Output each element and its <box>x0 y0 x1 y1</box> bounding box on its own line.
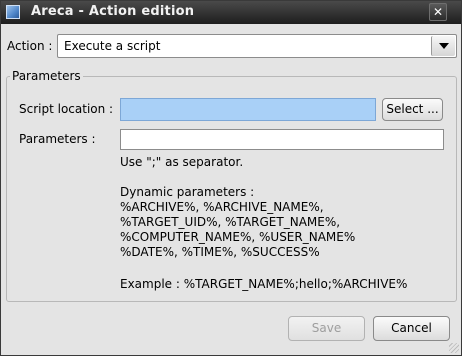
example-text: Example : %TARGET_NAME%;hello;%ARCHIVE% <box>120 277 408 291</box>
script-location-label: Script location : <box>19 102 114 116</box>
parameters-input[interactable] <box>120 129 444 150</box>
close-button[interactable]: ✕ <box>429 3 447 21</box>
dynamic-parameters-line: %TARGET_UID%, %TARGET_NAME%, <box>120 215 341 229</box>
dynamic-parameters-line: %ARCHIVE%, %ARCHIVE_NAME%, <box>120 200 324 214</box>
dynamic-parameters-line: %COMPUTER_NAME%, %USER_NAME% <box>120 230 356 244</box>
resize-grip[interactable] <box>449 343 459 353</box>
separator-hint: Use ";" as separator. <box>120 155 244 169</box>
cancel-button[interactable]: Cancel <box>373 316 450 341</box>
dynamic-parameters-line: %DATE%, %TIME%, %SUCCESS% <box>120 245 320 259</box>
select-script-button[interactable]: Select ... <box>382 98 443 121</box>
save-button[interactable]: Save <box>288 316 365 341</box>
chevron-down-icon <box>439 43 449 49</box>
dialog-window: Areca - Action edition ✕ Action : Execut… <box>0 0 462 356</box>
action-select[interactable]: Execute a script <box>57 34 457 58</box>
parameters-group-title: Parameters <box>10 69 83 83</box>
title-bar[interactable]: Areca - Action edition ✕ <box>1 1 461 24</box>
app-icon <box>6 5 20 19</box>
action-dropdown-button[interactable] <box>431 36 455 56</box>
dynamic-parameters-title: Dynamic parameters : <box>120 185 255 199</box>
close-icon: ✕ <box>432 5 444 19</box>
action-label: Action : <box>7 39 53 53</box>
action-select-value: Execute a script <box>64 39 161 53</box>
script-location-input[interactable] <box>120 98 376 121</box>
window-title: Areca - Action edition <box>31 4 195 19</box>
parameters-label: Parameters : <box>19 132 96 146</box>
